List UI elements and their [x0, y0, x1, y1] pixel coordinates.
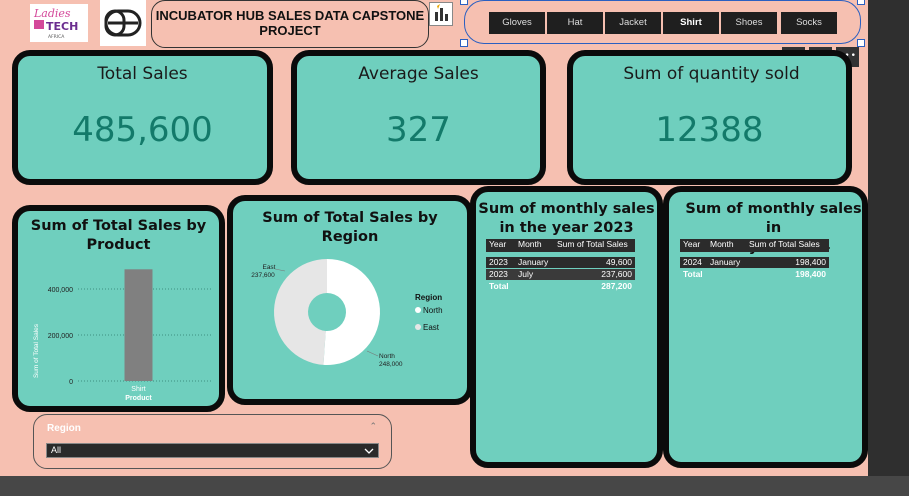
kpi-average-sales-value: 327 [386, 110, 451, 150]
table-2024-col-total[interactable]: Sum of Total Sales [749, 239, 820, 250]
report-canvas: Ladies TECH AFRICA INCUBATOR HUB SALES D… [0, 0, 868, 476]
table-cell: 237,600 [601, 269, 632, 279]
table-2023-col-year[interactable]: Year [489, 239, 506, 250]
table-cell: July [518, 269, 534, 279]
table-2023-total-row: Total 287,200 [486, 281, 635, 292]
kpi-total-sales-value: 485,600 [72, 110, 213, 150]
table-2023-header-row: Year Month Sum of Total Sales [486, 239, 635, 252]
ladies-in-tech-logo: Ladies TECH AFRICA [30, 4, 88, 42]
y-tick-label: 0 [69, 379, 73, 386]
legend-marker [415, 307, 421, 313]
resize-handle-top-right[interactable] [857, 0, 865, 5]
kpi-total-sales-title: Total Sales [97, 64, 188, 84]
resize-handle-bottom-right[interactable] [857, 39, 865, 47]
table-cell: 198,400 [795, 257, 826, 267]
bar-chart-title: Sum of Total Sales by Product [18, 217, 219, 255]
report-title-line2: PROJECT [259, 23, 321, 38]
region-slicer[interactable]: Region ⌃ All [33, 414, 392, 469]
north-data-label: North [379, 353, 395, 360]
north-data-value: 248,000 [379, 361, 403, 368]
kpi-total-sales: Total Sales 485,600 [12, 50, 273, 185]
bb-logo [100, 0, 146, 46]
svg-text:AFRICA: AFRICA [48, 34, 65, 40]
table-row: 2024 January 198,400 [680, 257, 829, 268]
report-title-line1: INCUBATOR HUB SALES DATA CAPSTONE [155, 8, 425, 23]
table-cell: 2023 [489, 269, 508, 279]
slicer-chip-shoes[interactable]: Shoes [721, 12, 777, 34]
pie-chart-card[interactable]: Sum of Total Sales by Region East 237,600… [227, 195, 473, 405]
bar-chart-plot: Sum of Total Sales 400,000 200,000 0 Shirt P… [33, 269, 213, 402]
report-title-box: INCUBATOR HUB SALES DATA CAPSTONE PROJEC… [151, 0, 429, 48]
north-leader-line [366, 350, 379, 357]
slicer-chip-shirt[interactable]: Shirt [663, 12, 719, 34]
slicer-chip-gloves[interactable]: Gloves [489, 12, 545, 34]
x-tick-label: Shirt [131, 386, 145, 393]
slicer-chip-socks[interactable]: Socks [781, 12, 837, 34]
status-bar [0, 476, 909, 496]
bar-chart-icon [429, 2, 453, 26]
table-cell: January [518, 257, 549, 267]
table-total-label: Total [489, 281, 509, 291]
table-total-label: Total [683, 269, 703, 279]
table-2023-col-total[interactable]: Sum of Total Sales [557, 239, 628, 250]
table-total-value: 198,400 [795, 269, 826, 279]
table-row: 2023 January 49,600 [486, 257, 635, 268]
table-2024-title-line1: Sum of monthly sales in [685, 201, 862, 236]
bar-chart-title-line1: Sum of Total Sales by [30, 218, 207, 234]
chart-insight-button[interactable] [429, 2, 453, 26]
region-dropdown[interactable]: All [46, 443, 379, 458]
table-cell: 49,600 [606, 257, 632, 267]
bar [124, 269, 153, 381]
region-dropdown-value: All [51, 445, 62, 455]
table-2024-header-row: Year Month Sum of Total Sales [680, 239, 829, 252]
table-cell: 2024 [683, 257, 702, 267]
svg-text:Ladies: Ladies [33, 7, 71, 20]
table-2024-col-year[interactable]: Year [683, 239, 700, 250]
table-2023-title-line2: in the year 2023 [499, 220, 634, 236]
table-2023-title: Sum of monthly sales in the year 2023 [476, 200, 657, 238]
kpi-quantity-value: 12388 [655, 110, 764, 150]
table-2023-title-line1: Sum of monthly sales [478, 201, 655, 217]
donut-slice-east [274, 259, 327, 365]
east-leader-line [274, 268, 286, 272]
resize-handle-top-left[interactable] [460, 0, 468, 5]
region-slicer-title: Region [47, 423, 81, 434]
table-2024-col-month[interactable]: Month [710, 239, 734, 250]
east-data-label: East [262, 264, 275, 271]
table-cell: 2023 [489, 257, 508, 267]
kpi-average-sales: Average Sales 327 [291, 50, 546, 185]
table-2023-card[interactable]: Sum of monthly sales in the year 2023 Ye… [470, 186, 663, 468]
bar-chart-title-line2: Product [86, 237, 151, 253]
east-data-value: 237,600 [251, 272, 275, 279]
kpi-average-sales-title: Average Sales [358, 64, 479, 84]
slicer-chip-hat[interactable]: Hat [547, 12, 603, 34]
svg-text:TECH: TECH [46, 20, 78, 33]
bar-chart-card[interactable]: Sum of Total Sales by Product Sum of Tot… [12, 205, 225, 412]
product-slicer[interactable]: Gloves Hat Jacket Shirt Shoes Socks [464, 0, 861, 44]
y-tick-label: 400,000 [48, 287, 73, 294]
kpi-quantity: Sum of quantity sold 12388 [567, 50, 852, 185]
y-tick-label: 200,000 [48, 333, 73, 340]
table-2024-card[interactable]: Sum of monthly sales in the year 2024 Ye… [663, 186, 868, 468]
legend-item: East [423, 323, 440, 332]
kpi-quantity-title: Sum of quantity sold [623, 64, 800, 84]
legend-marker [415, 324, 421, 330]
resize-handle-bottom-left[interactable] [460, 39, 468, 47]
donut-slice-north [323, 259, 380, 365]
bar-chart-y-axis-label: Sum of Total Sales [33, 323, 40, 378]
x-axis-label: Product [125, 395, 152, 402]
slicer-chip-jacket[interactable]: Jacket [605, 12, 661, 34]
chevron-down-icon [364, 448, 374, 454]
legend-item: North [423, 306, 443, 315]
table-row: 2023 July 237,600 [486, 269, 635, 280]
table-2024-total-row: Total 198,400 [680, 269, 829, 280]
legend-title: Region [415, 293, 442, 302]
pie-chart-plot: East237,600North248,000RegionNorthEast [251, 259, 443, 368]
table-2023-col-month[interactable]: Month [518, 239, 542, 250]
chevron-up-icon[interactable]: ⌃ [369, 422, 377, 432]
right-panel-strip [868, 0, 909, 476]
table-total-value: 287,200 [601, 281, 632, 291]
table-cell: January [710, 257, 741, 267]
